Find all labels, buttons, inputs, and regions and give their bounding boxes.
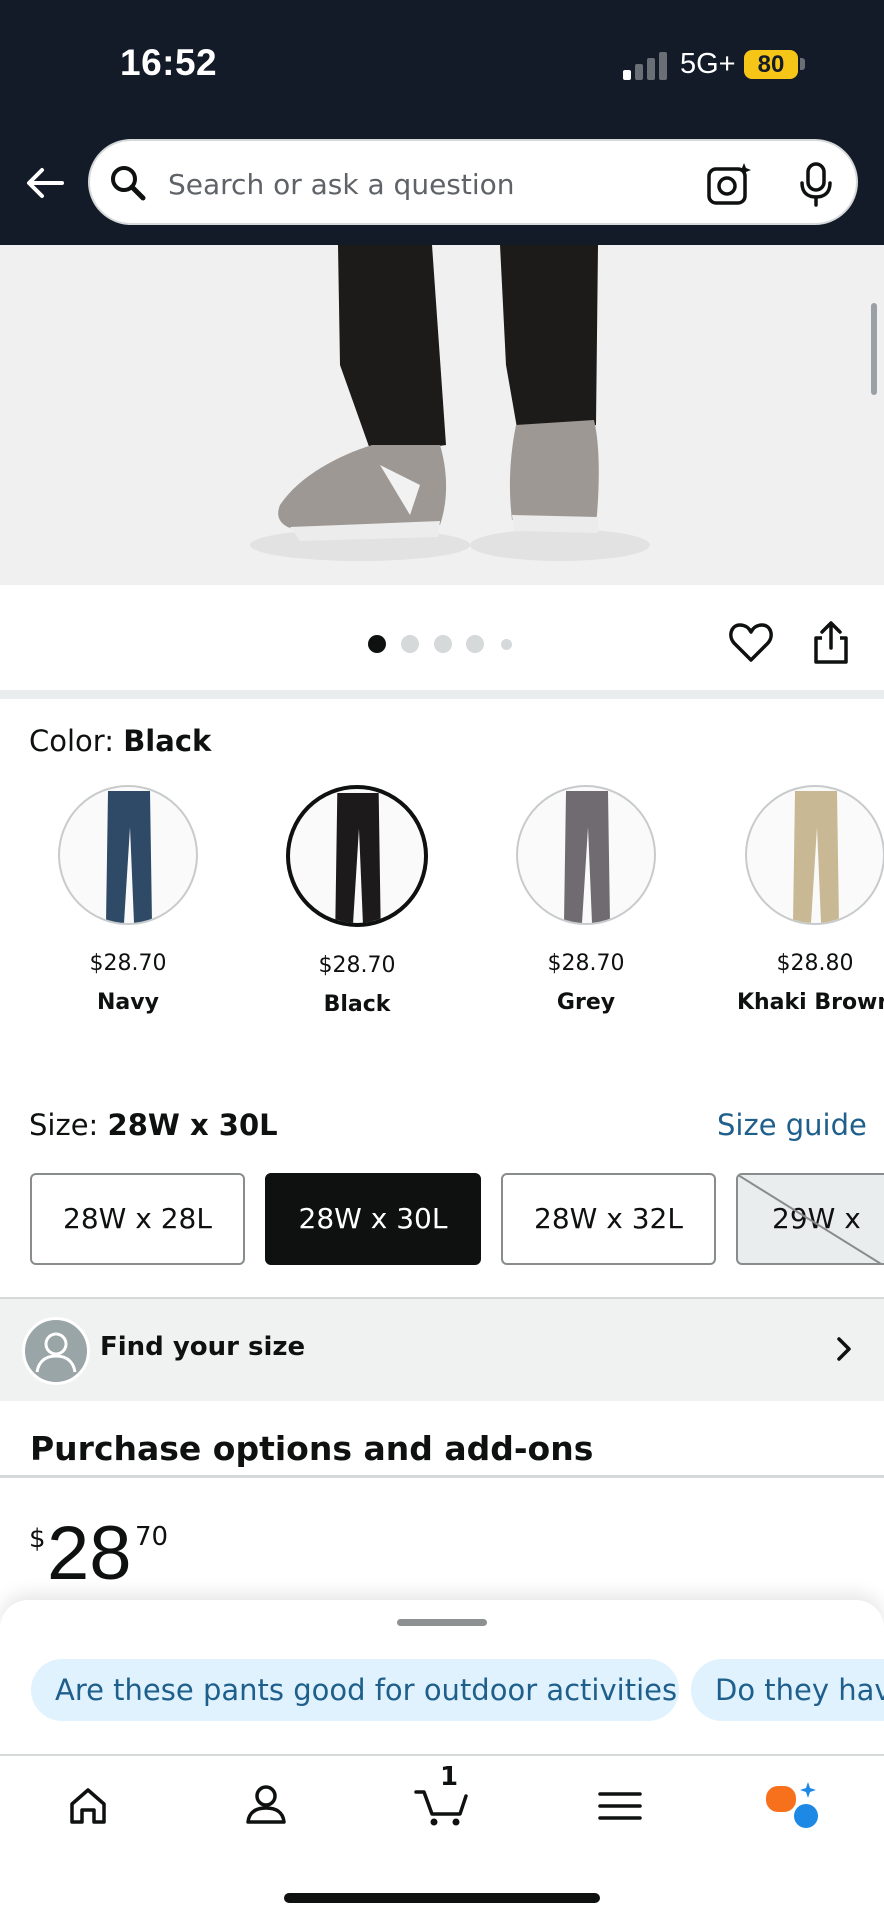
cart-tab[interactable]: 1 <box>412 1762 472 1836</box>
size-option-selected[interactable]: 28W x 30L <box>265 1173 481 1265</box>
price-fraction: 70 <box>135 1522 169 1552</box>
strike-through <box>738 1175 882 1263</box>
battery-icon: 80 <box>744 50 798 79</box>
product-image[interactable] <box>0 245 884 585</box>
size-option-unavailable[interactable]: 29W x 2 <box>736 1173 884 1265</box>
color-label: Color: Black <box>29 724 211 758</box>
color-option-navy[interactable]: $28.70 Navy <box>33 785 223 1015</box>
size-guide-link[interactable]: Size guide <box>717 1108 867 1142</box>
swatch-price: $28.70 <box>547 951 625 976</box>
pager-dot-active[interactable] <box>368 635 386 653</box>
scrollbar[interactable] <box>871 303 877 395</box>
search-icon <box>111 166 146 201</box>
status-time: 16:52 <box>120 42 218 83</box>
price-symbol: $ <box>29 1524 46 1554</box>
swatch-image <box>516 785 656 925</box>
pants-shape <box>106 791 152 923</box>
rufus-ai-icon[interactable] <box>762 1776 822 1836</box>
size-label-prefix: Size: <box>29 1108 108 1142</box>
cart-count: 1 <box>440 1762 459 1792</box>
search-input[interactable] <box>166 163 730 205</box>
swatch-name: Black <box>323 992 391 1017</box>
network-type: 5G+ <box>680 48 736 80</box>
user-icon <box>35 1332 77 1373</box>
swatch-name: Grey <box>556 990 616 1015</box>
bottom-sheet: Are these pants good for outdoor activit… <box>0 1600 884 1922</box>
swatch-price: $28.80 <box>776 951 854 976</box>
color-label-prefix: Color: <box>29 724 124 758</box>
size-option[interactable]: 28W x 32L <box>501 1173 716 1265</box>
account-icon[interactable] <box>236 1776 296 1836</box>
microphone-icon[interactable] <box>798 161 834 207</box>
signal-icon <box>623 52 667 80</box>
color-selected-value: Black <box>123 724 212 758</box>
swatch-image <box>286 785 428 927</box>
suggestion-chip[interactable]: Do they have <box>691 1659 884 1721</box>
suggestion-chip[interactable]: Are these pants good for outdoor activit… <box>31 1659 679 1721</box>
pants-shape <box>335 792 381 923</box>
home-icon[interactable] <box>58 1776 118 1836</box>
swatch-price: $28.70 <box>89 951 167 976</box>
size-selected-value: 28W x 30L <box>107 1108 278 1142</box>
menu-icon[interactable] <box>590 1776 650 1836</box>
top-header: 16:52 5G+ 80 <box>0 0 884 245</box>
color-option-black[interactable]: $28.70 Black <box>262 785 452 1017</box>
size-option[interactable]: 28W x 28L <box>30 1173 245 1265</box>
camera-lens-icon[interactable] <box>706 161 752 207</box>
pager-dot[interactable] <box>401 635 419 653</box>
home-indicator[interactable] <box>284 1893 600 1903</box>
swatch-name: Navy <box>97 990 159 1015</box>
purchase-options-title: Purchase options and add-ons <box>30 1429 594 1468</box>
avatar <box>22 1317 90 1385</box>
find-your-size-row[interactable]: Find your size <box>0 1297 884 1401</box>
swatch-image <box>58 785 198 925</box>
battery-nub <box>800 58 805 70</box>
find-your-size-label: Find your size <box>100 1332 306 1362</box>
swatch-image <box>745 785 884 925</box>
share-icon[interactable] <box>808 620 854 666</box>
pager-dot[interactable] <box>466 635 484 653</box>
search-bar[interactable] <box>88 139 858 225</box>
chevron-right-icon <box>837 1337 851 1361</box>
section-divider <box>0 1475 884 1478</box>
size-label: Size: 28W x 30L <box>29 1108 278 1142</box>
swatch-name: Khaki Brown <box>736 990 884 1015</box>
color-option-khaki-brown[interactable]: $28.80 Khaki Brown <box>720 785 884 1015</box>
price-whole: 28 <box>47 1511 132 1596</box>
pager-dot[interactable] <box>501 639 512 650</box>
section-divider <box>0 690 884 699</box>
sheet-grabber[interactable] <box>397 1619 487 1626</box>
pants-photo <box>250 245 650 561</box>
back-arrow-icon[interactable] <box>22 160 68 206</box>
pants-shape <box>793 791 839 923</box>
pants-shape <box>564 791 610 923</box>
swatch-price: $28.70 <box>318 953 396 978</box>
pager-dot[interactable] <box>434 635 452 653</box>
heart-icon[interactable] <box>728 620 774 666</box>
color-option-grey[interactable]: $28.70 Grey <box>491 785 681 1015</box>
